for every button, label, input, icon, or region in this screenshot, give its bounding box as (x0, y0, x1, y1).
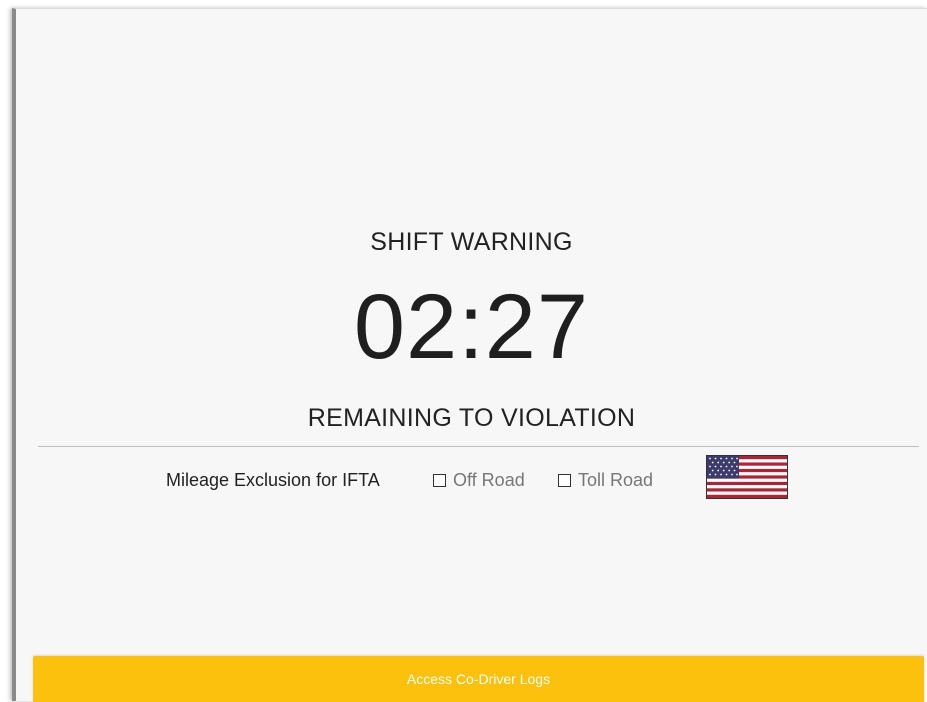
toll-road-checkbox[interactable]: Toll Road (558, 470, 653, 491)
ifta-exclusion-row: Mileage Exclusion for IFTA Off Road Toll… (16, 468, 927, 492)
access-co-driver-logs-button[interactable]: Access Co-Driver Logs (33, 656, 924, 702)
off-road-label: Off Road (453, 470, 525, 490)
toll-road-label: Toll Road (578, 470, 654, 490)
us-flag-graphic (707, 456, 787, 498)
off-road-checkbox[interactable]: Off Road (433, 470, 525, 491)
checkbox-icon[interactable] (433, 474, 446, 487)
divider (38, 446, 919, 447)
ifta-label: Mileage Exclusion for IFTA (166, 470, 380, 490)
us-flag-icon[interactable] (706, 455, 788, 499)
checkbox-icon[interactable] (558, 474, 571, 487)
countdown-timer: 02:27 (353, 276, 590, 378)
shift-warning-screen: SHIFT WARNING 02:27 REMAINING TO VIOLATI… (12, 8, 927, 702)
warning-subtitle: REMAINING TO VIOLATION (307, 404, 636, 432)
warning-title: SHIFT WARNING (370, 228, 573, 256)
